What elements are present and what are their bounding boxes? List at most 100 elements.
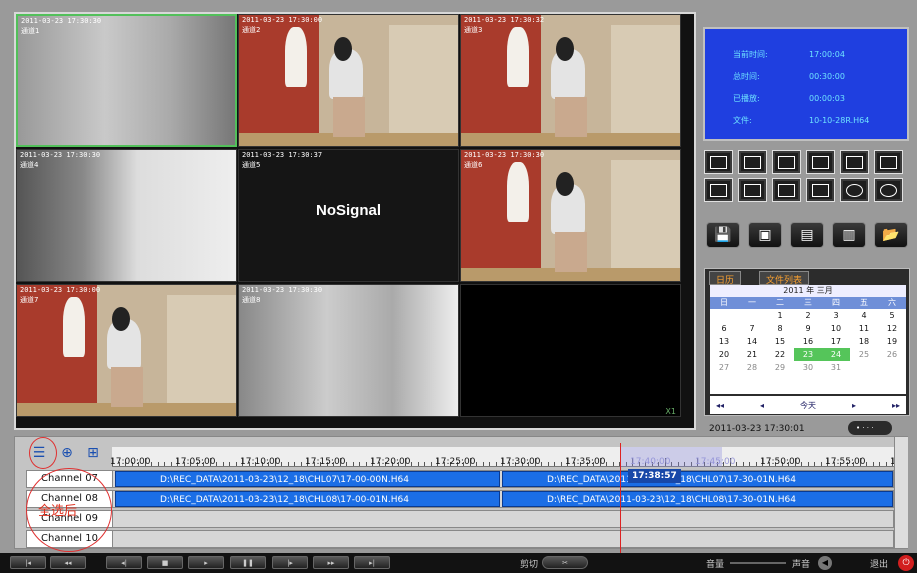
calendar-day[interactable]: 19 <box>878 335 906 348</box>
layout-25-icon[interactable] <box>772 178 801 202</box>
zoom-in-icon[interactable] <box>840 178 869 202</box>
recording-segment[interactable]: D:\REC_DATA\2011-03-23\12_18\CHL08\17-30… <box>502 491 893 507</box>
layout-9-icon[interactable] <box>840 150 869 174</box>
calendar-day[interactable]: 30 <box>794 361 822 374</box>
calendar-day[interactable]: 11 <box>850 322 878 335</box>
power-icon[interactable]: ⏻ <box>898 555 914 571</box>
calendar-day[interactable]: 26 <box>878 348 906 361</box>
video-tile[interactable]: 2011-03-23 17:30:30 通道8 <box>238 284 459 417</box>
calendar-day[interactable]: 23 <box>794 348 822 361</box>
export-icon[interactable]: ▤ <box>790 222 824 248</box>
calendar-day[interactable]: 24 <box>822 348 850 361</box>
video-tile[interactable]: 2011-03-23 17:30:37 通道5 NoSignal <box>238 149 459 282</box>
add-track-icon[interactable]: ⊕ <box>56 442 78 464</box>
video-tile[interactable]: 2011-03-23 17:30:30 通道4 <box>16 149 237 282</box>
tab-file-list[interactable]: 文件列表 <box>759 271 810 286</box>
video-tile[interactable]: 2011-03-23 17:30:30 通道6 <box>460 149 681 282</box>
recording-segment[interactable]: D:\REC_DATA\2011-03-23\12_18\CHL07\17-00… <box>115 471 500 487</box>
calendar-day[interactable]: 22 <box>766 348 794 361</box>
cut-button[interactable]: ✂ <box>542 556 588 569</box>
playhead[interactable] <box>620 443 621 553</box>
next-month-icon[interactable]: ▸ <box>852 401 856 410</box>
save-icon[interactable]: 💾 <box>706 222 740 248</box>
play-button[interactable]: ▸ <box>188 556 224 569</box>
calendar-day[interactable]: 8 <box>766 322 794 335</box>
ruler-time-label: 17:50:00 <box>760 457 801 467</box>
calendar-day[interactable]: 16 <box>794 335 822 348</box>
add-segment-icon[interactable]: ⊞ <box>82 442 104 464</box>
channel-row[interactable]: Channel 09 <box>26 510 894 528</box>
calendar-day[interactable]: 2 <box>794 309 822 322</box>
video-tile[interactable]: 2011-03-23 17:30:32 通道3 <box>460 14 681 147</box>
calendar-day[interactable]: 27 <box>710 361 738 374</box>
fast-forward-button[interactable]: ▸▸ <box>313 556 349 569</box>
calendar-day[interactable]: 10 <box>822 322 850 335</box>
fullscreen-icon[interactable] <box>806 178 835 202</box>
calendar-day[interactable]: 28 <box>738 361 766 374</box>
calendar-day[interactable]: 29 <box>766 361 794 374</box>
video-tile[interactable]: X1 <box>460 284 681 417</box>
calendar-day[interactable]: 13 <box>710 335 738 348</box>
prev-month-icon[interactable]: ◂ <box>760 401 764 410</box>
video-tile[interactable]: 2011-03-23 17:30:00 通道2 <box>238 14 459 147</box>
ruler-tick <box>359 462 360 466</box>
step-forward-button[interactable]: |▸ <box>272 556 308 569</box>
weekday-label: 二 <box>776 298 784 307</box>
channel-row[interactable]: Channel 07 D:\REC_DATA\2011-03-23\12_18\C… <box>26 470 894 488</box>
video-tile[interactable]: 2011-03-23 17:30:30 通道1 <box>16 14 237 147</box>
folder-icon[interactable]: 📂 <box>874 222 908 248</box>
ruler-tick <box>294 462 295 466</box>
calendar-day[interactable]: 21 <box>738 348 766 361</box>
snapshot-icon[interactable]: ▣ <box>748 222 782 248</box>
first-frame-button[interactable]: |◂ <box>10 556 46 569</box>
stop-button[interactable]: ■ <box>147 556 183 569</box>
layout-13-icon[interactable] <box>704 178 733 202</box>
calendar-day[interactable]: 1 <box>766 309 794 322</box>
recording-segment[interactable]: D:\REC_DATA\2011-03-23\12_18\CHL08\17-00… <box>115 491 500 507</box>
rewind-button[interactable]: ◂◂ <box>50 556 86 569</box>
calendar-day[interactable]: 25 <box>850 348 878 361</box>
calendar-day[interactable]: 9 <box>794 322 822 335</box>
volume-slider[interactable] <box>730 562 786 564</box>
pause-button[interactable]: ❚❚ <box>230 556 266 569</box>
layout-16-icon[interactable] <box>738 178 767 202</box>
step-back-button[interactable]: ◂| <box>106 556 142 569</box>
layout-8-icon[interactable] <box>806 150 835 174</box>
settings-icon[interactable]: ▥ <box>832 222 866 248</box>
ruler-time-label: 17:55:00 <box>825 457 866 467</box>
ruler-time-label: 17:30:00 <box>500 457 541 467</box>
calendar-day[interactable]: 4 <box>850 309 878 322</box>
today-button[interactable]: 今天 <box>800 400 816 411</box>
calendar-day[interactable]: 5 <box>878 309 906 322</box>
tab-calendar[interactable]: 日历 <box>709 271 742 286</box>
layout-10-icon[interactable] <box>874 150 903 174</box>
calendar-day[interactable]: 17 <box>822 335 850 348</box>
layout-1-icon[interactable] <box>704 150 733 174</box>
timeline-scrollbar[interactable] <box>894 437 908 548</box>
layout-6-icon[interactable] <box>772 150 801 174</box>
last-frame-button[interactable]: ▸| <box>354 556 390 569</box>
clock-toggle-button[interactable]: • · · · <box>848 421 892 435</box>
calendar-day[interactable]: 7 <box>738 322 766 335</box>
calendar-day[interactable]: 20 <box>710 348 738 361</box>
zoom-out-icon[interactable] <box>874 178 903 202</box>
time-ruler[interactable]: 17:00:00 17:05:00 17:10:00 17:15:00 17:20:00… <box>110 447 896 467</box>
ruler-tick <box>489 462 490 466</box>
calendar-day[interactable]: 31 <box>822 361 850 374</box>
layout-4-icon[interactable] <box>738 150 767 174</box>
video-tile[interactable]: 2011-03-23 17:30:00 通道7 <box>16 284 237 417</box>
recording-segment[interactable]: D:\REC_DATA\2011-03-23\12_18\CHL07\17-30… <box>502 471 893 487</box>
next-year-icon[interactable]: ▸▸ <box>892 401 900 410</box>
calendar-day[interactable]: 15 <box>766 335 794 348</box>
video-wall[interactable]: 2011-03-23 17:30:30 通道1 2011-03-23 17:30:0… <box>14 12 696 430</box>
calendar-day[interactable]: 12 <box>878 322 906 335</box>
calendar-day[interactable]: 3 <box>822 309 850 322</box>
speaker-icon[interactable]: ◀ <box>818 556 832 570</box>
calendar-day[interactable]: 6 <box>710 322 738 335</box>
calendar-day[interactable]: 18 <box>850 335 878 348</box>
ruler-time-label: 17:35:00 <box>565 457 606 467</box>
calendar-day[interactable]: 14 <box>738 335 766 348</box>
channel-row[interactable]: Channel 10 <box>26 530 894 548</box>
channel-row[interactable]: Channel 08 D:\REC_DATA\2011-03-23\12_18\C… <box>26 490 894 508</box>
prev-year-icon[interactable]: ◂◂ <box>716 401 724 410</box>
